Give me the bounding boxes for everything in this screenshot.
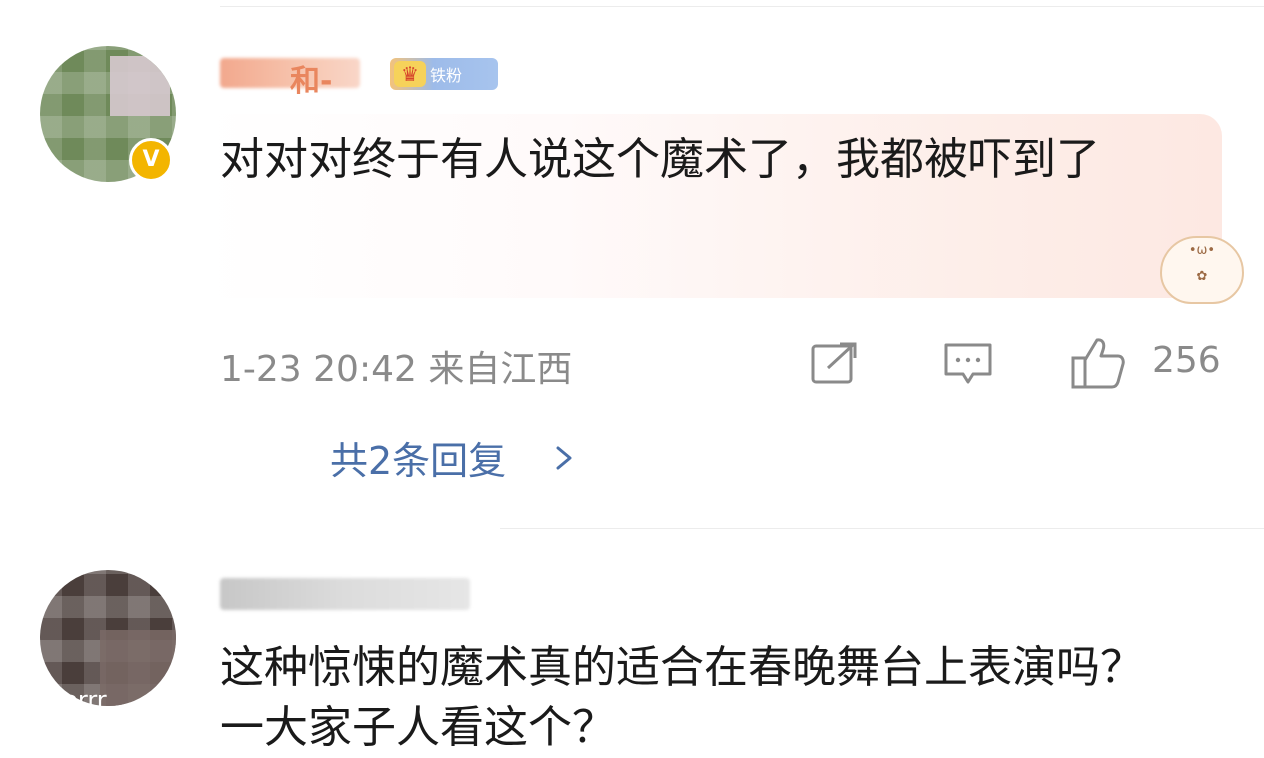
comment-icon[interactable] (943, 342, 993, 386)
top-divider (220, 6, 1264, 7)
comment-text: 这种惊悚的魔术真的适合在春晚舞台上表演吗？一大家子人看这个？ (220, 642, 1144, 753)
verified-badge: V (129, 138, 173, 182)
like-count[interactable]: 256 (1152, 340, 1221, 381)
share-icon[interactable] (810, 342, 858, 386)
fan-badge[interactable]: ♛ 铁粉 (390, 58, 498, 90)
comment-time-location: 1-23 20:42 来自江西 (220, 349, 573, 390)
view-replies-link[interactable]: 共2条回复 (330, 430, 506, 485)
comment-text: 对对对终于有人说这个魔术了，我都被吓到了 (220, 134, 1100, 185)
crown-icon: ♛ (394, 61, 426, 87)
comment-divider (500, 528, 1264, 529)
mascot-sticker-icon: •ω• ✿ (1160, 236, 1244, 304)
chevron-right-icon[interactable] (552, 438, 578, 478)
avatar-text: corrr (50, 686, 107, 714)
username-tail: 和- (290, 64, 333, 99)
username-redacted[interactable] (220, 578, 470, 610)
fan-badge-label: 铁粉 (430, 66, 463, 85)
thumbs-up-icon[interactable] (1070, 336, 1126, 390)
